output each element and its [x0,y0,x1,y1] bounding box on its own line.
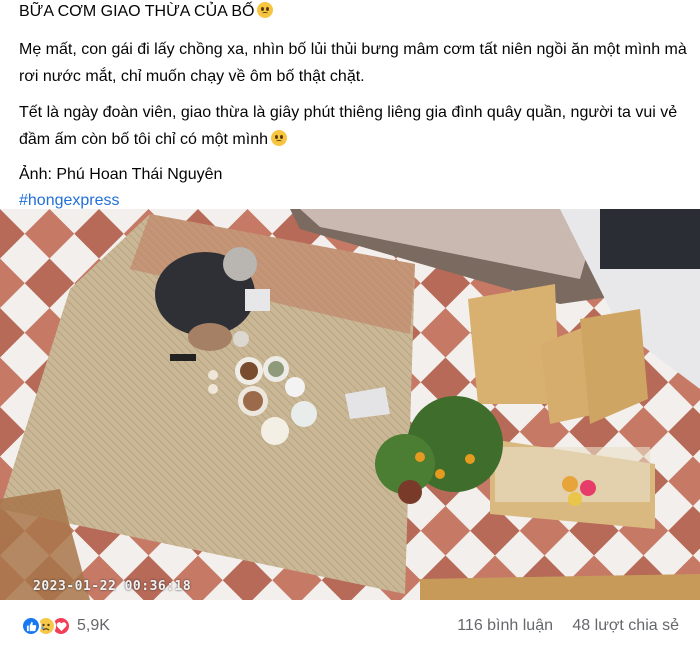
post-title: BỮA CƠM GIAO THỪA CỦA BỐ [19,3,255,20]
comments-count-link[interactable]: 116 bình luận [457,617,553,635]
post-text: BỮA CƠM GIAO THỪA CỦA BỐ Mẹ mất, con gái… [19,0,691,212]
disappointed-face-icon [271,130,287,146]
camera-timestamp: 2023-01-22 00:36:18 [33,579,192,594]
reaction-count: 5,9K [77,617,110,634]
shares-count-link[interactable]: 48 lượt chia sẻ [572,617,679,635]
post-paragraph-1: Mẹ mất, con gái đi lấy chồng xa, nhìn bố… [19,41,687,85]
post-paragraph-2: Tết là ngày đoàn viên, giao thừa là giây… [19,104,678,148]
like-icon [21,616,41,636]
reactions-summary[interactable]: 5,9K [21,616,110,636]
pleading-face-icon [257,2,274,18]
post-footer: 5,9K 116 bình luận 48 lượt chia sẻ [0,600,700,647]
post-photo[interactable]: 2023-01-22 00:36:18 [0,209,700,600]
photo-credit: Ảnh: Phú Hoan Thái Nguyên [19,166,223,183]
